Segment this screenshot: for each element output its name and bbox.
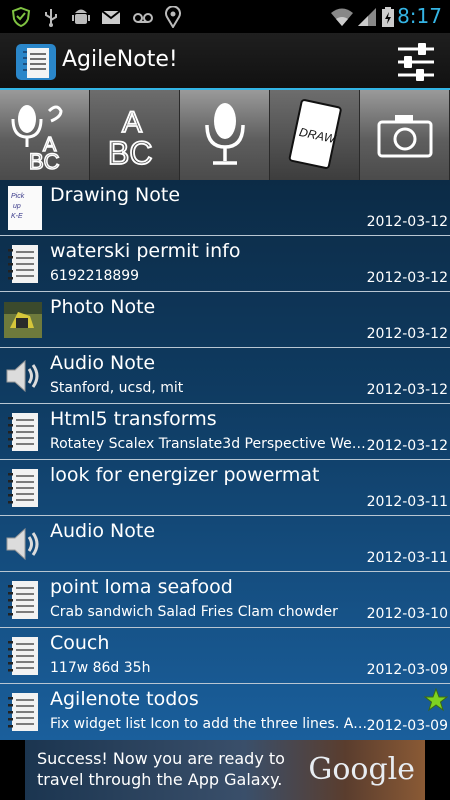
wifi-icon [331, 8, 353, 26]
note-preview: Crab sandwich Salad Fries Clam chowder [50, 604, 338, 620]
note-title: Couch [50, 632, 110, 654]
note-date: 2012-03-09 [366, 662, 448, 678]
note-list-item[interactable]: Html5 transforms Rotatey Scalex Translate… [0, 404, 450, 460]
note-preview: 117w 86d 35h [50, 660, 151, 676]
photo-thumbnail [4, 298, 42, 342]
svg-text:BC: BC [29, 149, 60, 173]
drawing-thumbnail: Pick up K-E [4, 186, 42, 230]
location-icon [165, 6, 181, 28]
camera-icon [377, 115, 432, 158]
note-list-item[interactable]: Pick up K-E Drawing Note 2012-03-12 [0, 180, 450, 236]
drawing-note-tool[interactable]: DRAW [270, 90, 360, 180]
battery-charging-icon [382, 7, 394, 27]
notepad-icon [4, 690, 42, 734]
photo-note-tool[interactable] [360, 90, 450, 180]
note-title: Audio Note [50, 352, 156, 374]
android-debug-icon [72, 9, 90, 24]
signal-icon [358, 8, 376, 26]
note-preview: Stanford, ucsd, mit [50, 380, 184, 396]
svg-text:K-E: K-E [11, 213, 23, 220]
note-type-toolbar: A BC A BC DRAW [0, 90, 450, 180]
note-list-item[interactable]: look for energizer powermat 2012-03-11 [0, 460, 450, 516]
status-bar: 8:17 [0, 0, 450, 33]
audio-note-tool[interactable] [180, 90, 270, 180]
notepad-icon[interactable] [15, 42, 57, 82]
voicemail-icon [133, 13, 153, 23]
gmail-icon [101, 10, 121, 24]
usb-icon [45, 9, 57, 27]
microphone-icon [204, 103, 245, 165]
note-title: Html5 transforms [50, 408, 217, 430]
note-date: 2012-03-11 [366, 550, 448, 566]
draw-card-icon: DRAW [288, 99, 342, 169]
note-list-item[interactable]: Audio Note 2012-03-11 [0, 516, 450, 572]
note-date: 2012-03-11 [366, 494, 448, 510]
note-preview: 6192218899 [50, 268, 140, 284]
notepad-icon [4, 578, 42, 622]
notepad-icon [4, 242, 42, 286]
note-title: point loma seafood [50, 576, 233, 598]
shield-icon [11, 6, 31, 28]
note-title: Drawing Note [50, 184, 181, 206]
note-preview: Rotatey Scalex Translate3d Perspective W… [50, 436, 368, 452]
speech-to-text-tool[interactable]: A BC [0, 90, 90, 180]
settings-sliders-icon[interactable] [394, 40, 438, 84]
note-date: 2012-03-12 [366, 270, 448, 286]
note-title: Audio Note [50, 520, 156, 542]
note-date: 2012-03-12 [366, 438, 448, 454]
note-title: Agilenote todos [50, 688, 199, 710]
ad-text: Success! Now you are ready to travel thr… [37, 749, 285, 789]
note-title: look for energizer powermat [50, 464, 320, 486]
abc-icon: A BC [107, 105, 153, 170]
svg-text:BC: BC [108, 135, 152, 170]
note-date: 2012-03-12 [366, 214, 448, 230]
ad-banner[interactable]: Success! Now you are ready to travel thr… [25, 740, 425, 800]
note-list-item[interactable]: Agilenote todos Fix widget list Icon to a… [0, 684, 450, 740]
speaker-icon [4, 354, 42, 398]
notepad-icon [4, 410, 42, 454]
notes-list: Pick up K-E Drawing Note 2012-03-12 waterski … [0, 180, 450, 740]
note-list-item[interactable]: Audio Note Stanford, ucsd, mit 2012-03-12 [0, 348, 450, 404]
note-date: 2012-03-10 [366, 606, 448, 622]
text-note-tool[interactable]: A BC [90, 90, 180, 180]
star-icon[interactable] [423, 687, 449, 712]
note-date: 2012-03-12 [366, 326, 448, 342]
note-list-item[interactable]: waterski permit info 6192218899 2012-03-12 [0, 236, 450, 292]
notepad-icon [4, 466, 42, 510]
google-logo: Google [308, 752, 415, 787]
svg-text:up: up [13, 203, 21, 210]
note-date: 2012-03-12 [366, 382, 448, 398]
app-bar: AgileNote! [0, 33, 450, 90]
speech-abc-icon: A BC [11, 105, 63, 173]
speaker-icon [4, 522, 42, 566]
note-title: Photo Note [50, 296, 156, 318]
note-list-item[interactable]: Photo Note 2012-03-12 [0, 292, 450, 348]
note-list-item[interactable]: point loma seafood Crab sandwich Salad Fr… [0, 572, 450, 628]
svg-text:Pick: Pick [11, 193, 25, 200]
status-time: 8:17 [397, 4, 442, 28]
note-date: 2012-03-09 [366, 718, 448, 734]
note-title: waterski permit info [50, 240, 241, 262]
note-preview: Fix widget list Icon to add the three li… [50, 716, 368, 732]
note-list-item[interactable]: Couch 117w 86d 35h 2012-03-09 [0, 628, 450, 684]
app-title: AgileNote! [62, 47, 178, 72]
notepad-icon [4, 634, 42, 678]
